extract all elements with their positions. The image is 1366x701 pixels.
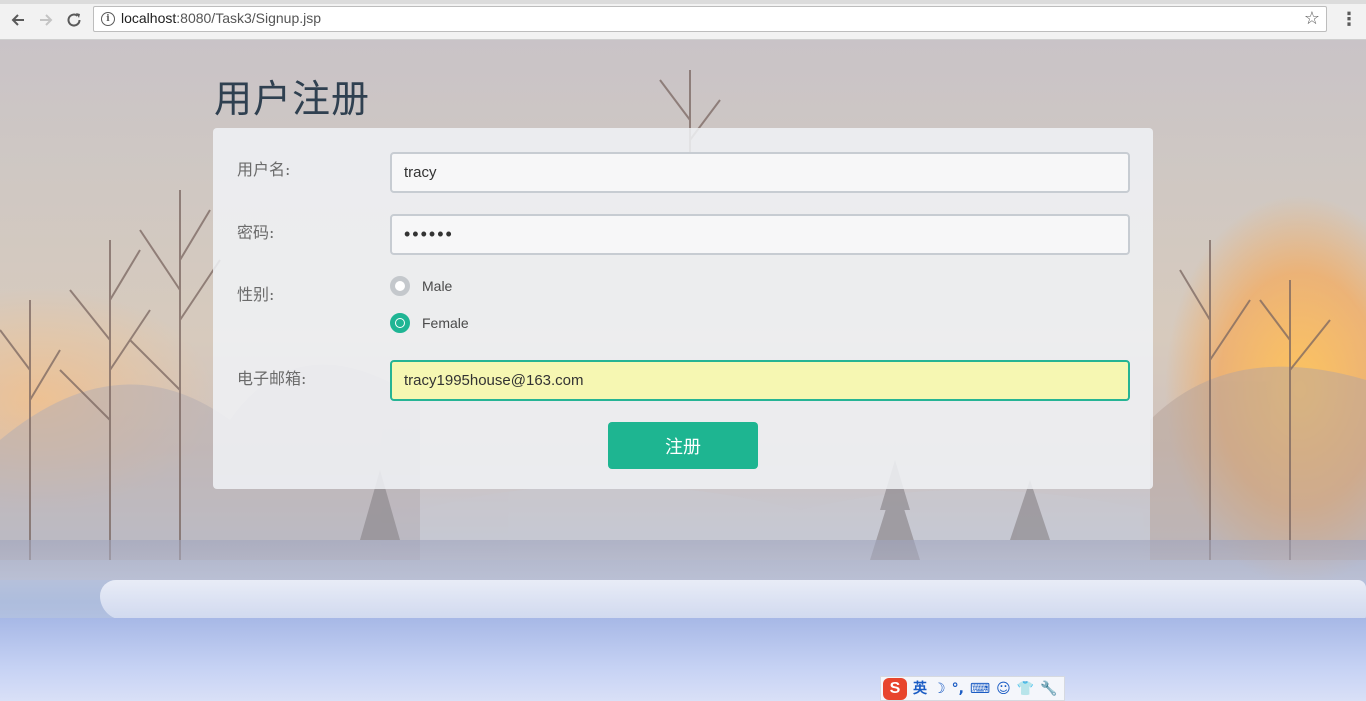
- password-input[interactable]: [390, 214, 1130, 255]
- ime-toolbar: S 英 ☽ °, ⌨ ☺ 👕 🔧: [880, 676, 1065, 701]
- radio-unchecked-icon[interactable]: [390, 276, 410, 296]
- page-title: 用户注册: [214, 77, 371, 121]
- username-input[interactable]: [390, 152, 1130, 193]
- url-path: :8080/Task3/Signup.jsp: [176, 10, 322, 26]
- url-host: localhost: [121, 10, 177, 26]
- email-label: 电子邮箱:: [237, 369, 307, 388]
- email-input[interactable]: [390, 360, 1130, 401]
- browser-toolbar: i localhost:8080/Task3/Signup.jsp ☆ ⋮: [0, 0, 1366, 40]
- gender-option-female[interactable]: Female: [390, 312, 469, 334]
- signup-submit-button[interactable]: 注册: [608, 422, 758, 469]
- password-label: 密码:: [237, 223, 275, 242]
- ime-language-toggle[interactable]: 英: [913, 678, 927, 700]
- page-background: 用户注册 用户名: 密码: 性别: Male Female 电子邮箱: 注册: [0, 40, 1366, 701]
- arrow-left-icon: [11, 14, 24, 26]
- bookmark-star-icon[interactable]: ☆: [1304, 8, 1320, 29]
- back-button[interactable]: [7, 9, 29, 31]
- ice-shelf: [100, 580, 1366, 620]
- radio-checked-icon[interactable]: [390, 313, 410, 333]
- radio-label-male: Male: [422, 278, 453, 294]
- reload-icon: [67, 13, 81, 27]
- username-label: 用户名:: [237, 160, 291, 179]
- browser-menu-icon[interactable]: ⋮: [1340, 9, 1358, 31]
- reload-button[interactable]: [63, 9, 85, 31]
- snow-foreground: [0, 618, 1366, 701]
- signup-form-panel: 用户名: 密码: 性别: Male Female 电子邮箱: 注册: [213, 128, 1153, 489]
- tab-strip: [0, 0, 1366, 4]
- info-icon[interactable]: i: [101, 12, 115, 26]
- shirt-skin-icon[interactable]: 👕: [1017, 678, 1034, 700]
- gender-option-male[interactable]: Male: [390, 275, 452, 297]
- arrow-right-icon: [40, 14, 53, 26]
- url-text[interactable]: localhost:8080/Task3/Signup.jsp: [121, 10, 321, 26]
- gender-label: 性别:: [237, 285, 275, 304]
- user-icon[interactable]: ☺: [996, 678, 1011, 700]
- wrench-settings-icon[interactable]: 🔧: [1040, 678, 1057, 700]
- address-bar[interactable]: i localhost:8080/Task3/Signup.jsp ☆: [93, 6, 1327, 32]
- sogou-logo-icon[interactable]: S: [883, 677, 907, 700]
- moon-icon[interactable]: ☽: [933, 678, 946, 700]
- punctuation-icon[interactable]: °,: [952, 678, 964, 700]
- keyboard-icon[interactable]: ⌨: [970, 678, 990, 700]
- forward-button[interactable]: [35, 9, 57, 31]
- river-water: [0, 540, 1366, 580]
- radio-label-female: Female: [422, 315, 469, 331]
